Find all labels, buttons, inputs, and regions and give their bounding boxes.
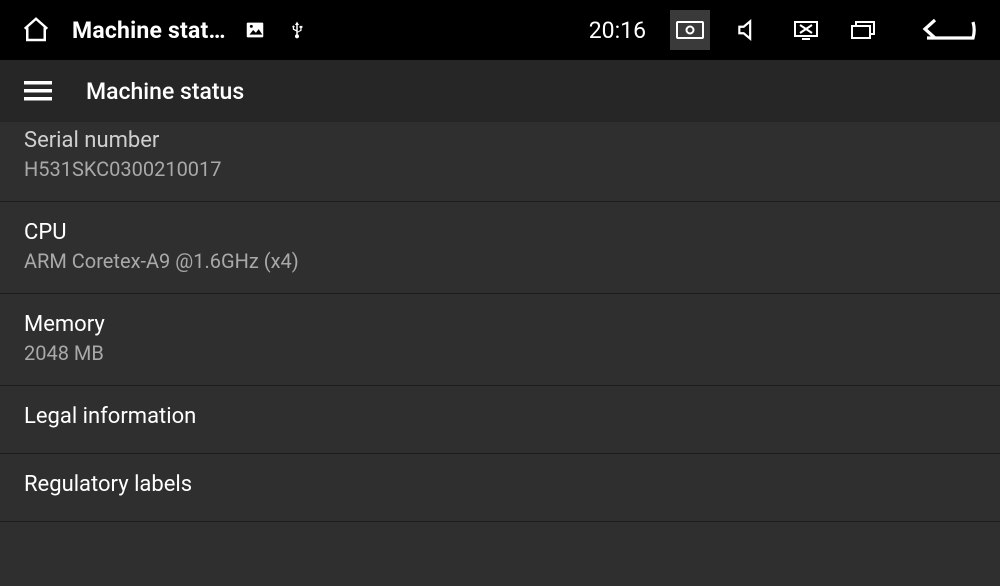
list-item-memory[interactable]: Memory 2048 MB — [0, 294, 1000, 386]
list-item-regulatory-labels[interactable]: Regulatory labels — [0, 454, 1000, 522]
status-bar-left: Machine stat… — [16, 10, 310, 50]
list-item-title: Regulatory labels — [24, 472, 976, 497]
back-icon[interactable] — [910, 10, 984, 50]
list-item-subtitle: H531SKC0300210017 — [24, 157, 976, 181]
list-item-serial-number[interactable]: Serial number H531SKC0300210017 — [0, 122, 1000, 202]
volume-icon[interactable] — [728, 10, 768, 50]
settings-list[interactable]: Serial number H531SKC0300210017 CPU ARM … — [0, 122, 1000, 586]
recent-apps-icon[interactable] — [844, 10, 884, 50]
list-item-title: Legal information — [24, 404, 976, 429]
usb-icon — [284, 17, 310, 43]
page-title: Machine status — [86, 78, 244, 105]
list-item-subtitle: ARM Coretex-A9 @1.6GHz (x4) — [24, 249, 976, 273]
image-icon — [242, 17, 268, 43]
status-bar-right: 20:16 — [589, 10, 984, 50]
list-item-title: Serial number — [24, 128, 976, 153]
list-item-title: Memory — [24, 312, 976, 337]
home-icon[interactable] — [16, 10, 56, 50]
list-item-title: CPU — [24, 220, 976, 245]
app-bar: Machine status — [0, 60, 1000, 122]
display-off-icon[interactable] — [786, 10, 826, 50]
list-item-subtitle: 2048 MB — [24, 341, 976, 365]
hamburger-menu-icon[interactable] — [20, 73, 56, 109]
list-item-cpu[interactable]: CPU ARM Coretex-A9 @1.6GHz (x4) — [0, 202, 1000, 294]
status-bar-clock: 20:16 — [589, 17, 646, 44]
system-status-bar: Machine stat… 20:16 — [0, 0, 1000, 60]
status-bar-app-title: Machine stat… — [72, 17, 226, 44]
list-item-legal-information[interactable]: Legal information — [0, 386, 1000, 454]
screenshot-icon[interactable] — [670, 10, 710, 50]
